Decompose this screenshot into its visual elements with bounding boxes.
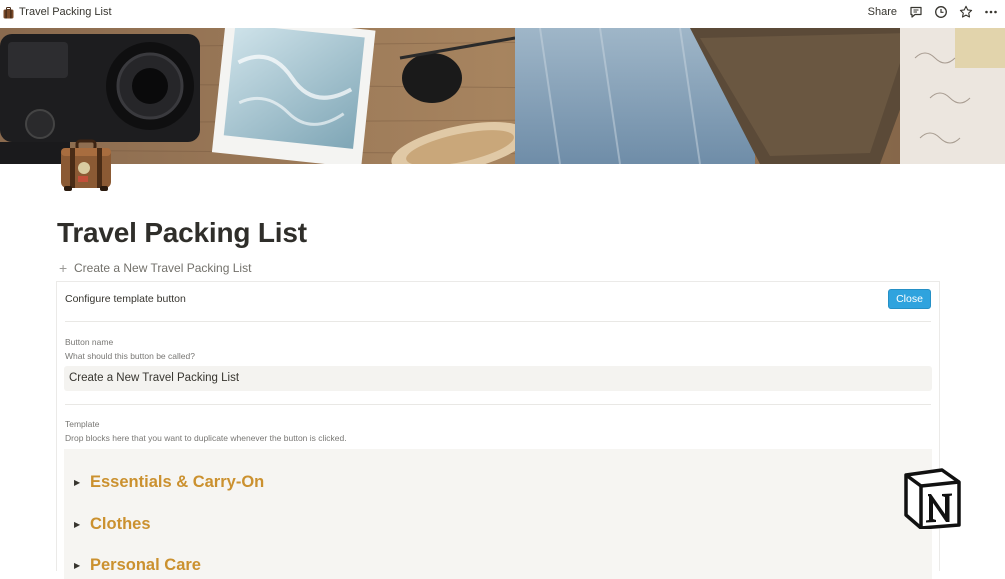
button-name-input[interactable]: Create a New Travel Packing List bbox=[64, 366, 932, 391]
template-label: Template bbox=[65, 419, 100, 429]
toggle-heading: Personal Care bbox=[90, 556, 201, 574]
page-title[interactable]: Travel Packing List bbox=[57, 217, 307, 249]
close-button[interactable]: Close bbox=[888, 289, 931, 309]
breadcrumb[interactable]: Travel Packing List bbox=[19, 6, 112, 18]
history-icon[interactable] bbox=[933, 4, 949, 20]
toggle-heading: Essentials & Carry-On bbox=[90, 473, 265, 491]
template-button-label: Create a New Travel Packing List bbox=[74, 261, 252, 275]
toggle-essentials[interactable]: ▶ Essentials & Carry-On bbox=[74, 473, 264, 492]
share-button[interactable]: Share bbox=[868, 6, 897, 18]
panel-heading: Configure template button bbox=[65, 293, 186, 305]
toggle-heading: Clothes bbox=[90, 515, 151, 533]
button-name-hint: What should this button be called? bbox=[65, 351, 195, 361]
divider bbox=[65, 321, 931, 322]
notion-logo-icon bbox=[902, 467, 963, 530]
template-button[interactable]: + Create a New Travel Packing List bbox=[59, 261, 251, 275]
button-name-label: Button name bbox=[65, 337, 114, 347]
template-hint: Drop blocks here that you want to duplic… bbox=[65, 433, 347, 443]
plus-icon: + bbox=[59, 260, 68, 276]
more-icon[interactable] bbox=[983, 4, 999, 20]
star-icon[interactable] bbox=[958, 4, 974, 20]
toggle-triangle-icon[interactable]: ▶ bbox=[74, 478, 90, 487]
toggle-triangle-icon[interactable]: ▶ bbox=[74, 520, 90, 529]
configure-template-panel: Configure template button Close Button n… bbox=[56, 281, 940, 579]
top-bar: Travel Packing List Share bbox=[0, 0, 1005, 26]
toggle-clothes[interactable]: ▶ Clothes bbox=[74, 515, 151, 534]
toggle-triangle-icon[interactable]: ▶ bbox=[74, 561, 90, 570]
divider bbox=[65, 404, 931, 405]
toggle-personal-care[interactable]: ▶ Personal Care bbox=[74, 556, 201, 575]
cover-image bbox=[0, 28, 1005, 164]
suitcase-small-icon[interactable] bbox=[3, 6, 14, 19]
suitcase-icon[interactable] bbox=[58, 138, 114, 194]
topbar-actions: Share bbox=[868, 4, 999, 20]
template-drop-area[interactable]: ▶ Essentials & Carry-On ▶ Clothes ▶ Pers… bbox=[64, 449, 932, 579]
comment-icon[interactable] bbox=[908, 4, 924, 20]
